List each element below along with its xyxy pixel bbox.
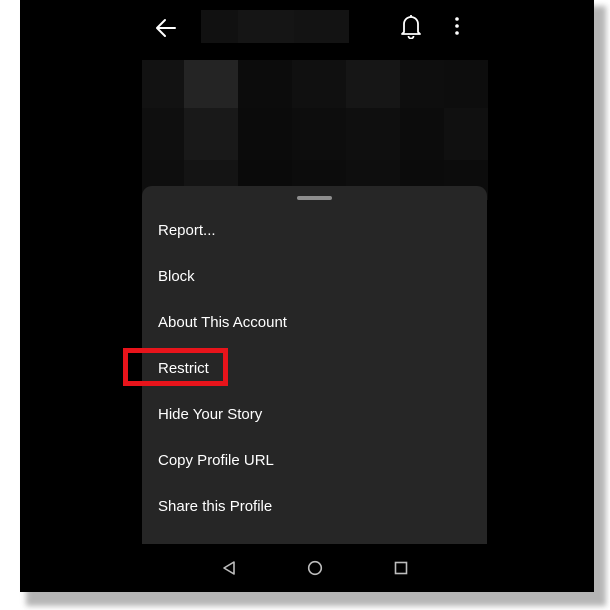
system-nav-bar — [20, 544, 594, 592]
nav-home-circle-icon — [307, 560, 323, 576]
menu-item-label: Report... — [158, 222, 216, 239]
menu-item-about-account[interactable]: About This Account — [142, 302, 487, 348]
menu-item-copy-url[interactable]: Copy Profile URL — [142, 440, 487, 486]
profile-redacted — [142, 60, 488, 200]
back-button[interactable] — [150, 12, 182, 44]
arrow-left-icon — [156, 19, 176, 37]
more-vertical-icon — [455, 17, 459, 35]
menu-item-share-profile[interactable]: Share this Profile — [142, 486, 487, 532]
username-redacted — [201, 10, 349, 43]
nav-recents-square-icon — [394, 561, 408, 575]
menu-item-hide-story[interactable]: Hide Your Story — [142, 394, 487, 440]
bell-icon — [401, 15, 421, 39]
nav-back-triangle-icon — [223, 561, 235, 575]
highlight-annotation-box — [123, 348, 228, 386]
nav-home-button[interactable] — [303, 556, 327, 580]
menu-item-label: Copy Profile URL — [158, 452, 274, 469]
top-bar — [20, 0, 594, 54]
menu-item-report[interactable]: Report... — [142, 210, 487, 256]
menu-item-restrict[interactable]: Restrict — [123, 348, 487, 394]
options-menu: Report... Block About This Account Restr… — [123, 210, 487, 532]
menu-item-label: Block — [158, 268, 195, 285]
options-bottom-sheet: Report... Block About This Account Restr… — [123, 186, 487, 544]
menu-item-label: About This Account — [158, 314, 287, 331]
notifications-button[interactable] — [397, 12, 425, 40]
menu-item-label: Hide Your Story — [158, 406, 263, 423]
phone-screen: Report... Block About This Account Restr… — [20, 0, 594, 592]
menu-item-label: Share this Profile — [158, 498, 273, 515]
nav-back-button[interactable] — [217, 556, 241, 580]
more-options-button[interactable] — [445, 12, 469, 40]
sheet-drag-handle[interactable] — [297, 196, 332, 200]
nav-recents-button[interactable] — [389, 556, 413, 580]
menu-item-block[interactable]: Block — [142, 256, 487, 302]
